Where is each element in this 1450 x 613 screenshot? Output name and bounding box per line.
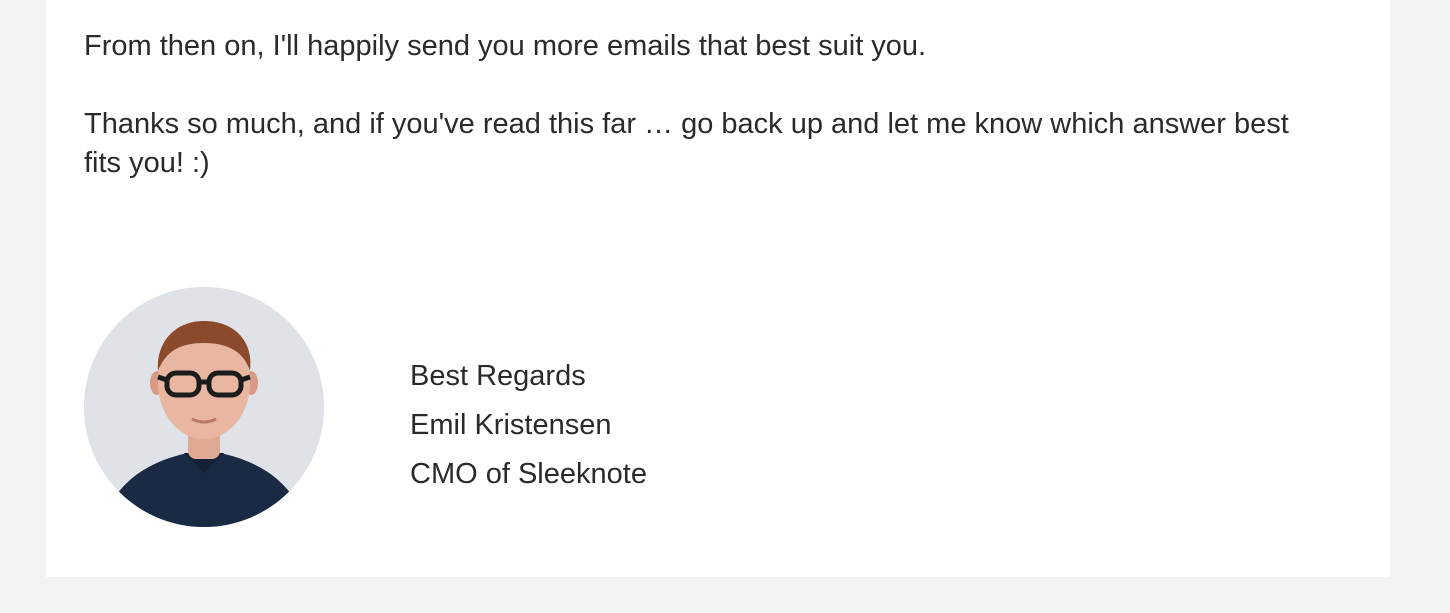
signature-greeting: Best Regards bbox=[410, 360, 586, 392]
email-signature: Best Regards Emil Kristensen CMO of Slee… bbox=[410, 352, 647, 499]
person-photo-icon bbox=[84, 287, 324, 527]
email-paragraph: Thanks so much, and if you've read this … bbox=[84, 108, 1289, 179]
signature-name: Emil Kristensen bbox=[410, 409, 612, 441]
avatar bbox=[84, 287, 324, 527]
email-body-card: From then on, I'll happily send you more… bbox=[46, 0, 1390, 577]
email-paragraph: From then on, I'll happily send you more… bbox=[84, 30, 927, 62]
signature-title: CMO of Sleeknote bbox=[410, 458, 647, 490]
